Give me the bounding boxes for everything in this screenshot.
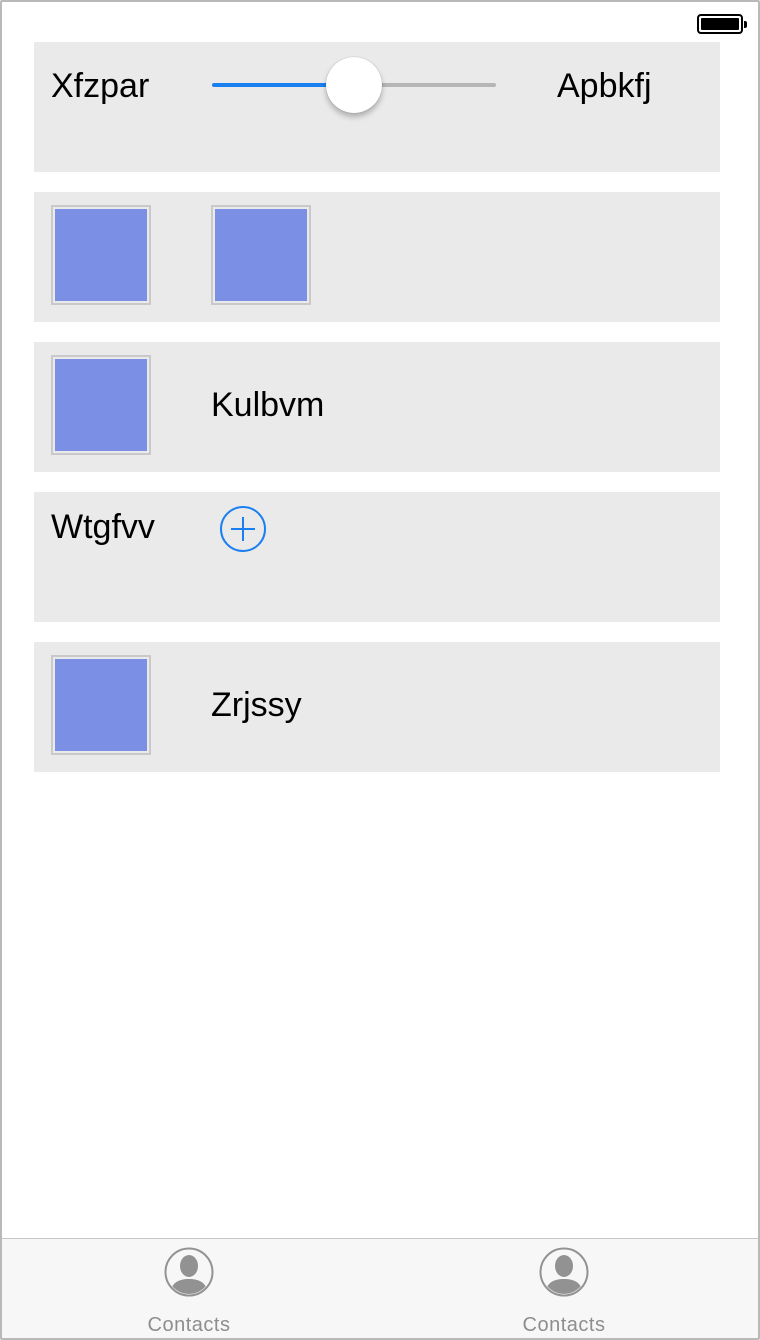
plus-circle-icon[interactable] bbox=[220, 506, 266, 552]
image-thumbnail[interactable] bbox=[51, 355, 151, 455]
tab-contacts-1[interactable]: Contacts bbox=[99, 1247, 279, 1336]
image-thumbnail[interactable] bbox=[51, 655, 151, 755]
tab-label: Contacts bbox=[522, 1314, 606, 1336]
person-icon bbox=[164, 1247, 214, 1297]
slider-max-label: Apbkfj bbox=[557, 67, 652, 105]
image-label-row: Kulbvm bbox=[34, 342, 720, 472]
image-thumbnail[interactable] bbox=[51, 205, 151, 305]
tab-contacts-2[interactable]: Contacts bbox=[474, 1247, 654, 1336]
slider-min-label: Xfzpar bbox=[51, 67, 150, 105]
row-label: Zrjssy bbox=[211, 686, 302, 724]
row-label: Wtgfvv bbox=[51, 508, 155, 546]
tab-bar: Contacts Contacts bbox=[2, 1238, 758, 1338]
tab-label: Contacts bbox=[147, 1314, 231, 1336]
add-row: Wtgfvv bbox=[34, 492, 720, 622]
slider-thumb[interactable] bbox=[326, 57, 382, 113]
app-screen: Xfzpar Apbkfj Kulbvm Wtgfvv Zrjssy Conta… bbox=[0, 0, 760, 1340]
status-bar bbox=[2, 2, 758, 42]
image-row bbox=[34, 192, 720, 322]
row-label: Kulbvm bbox=[211, 386, 325, 424]
image-thumbnail[interactable] bbox=[211, 205, 311, 305]
slider-row: Xfzpar Apbkfj bbox=[34, 42, 720, 172]
image-label-row: Zrjssy bbox=[34, 642, 720, 772]
battery-icon bbox=[697, 14, 747, 34]
slider[interactable] bbox=[212, 56, 496, 113]
person-icon bbox=[539, 1247, 589, 1297]
